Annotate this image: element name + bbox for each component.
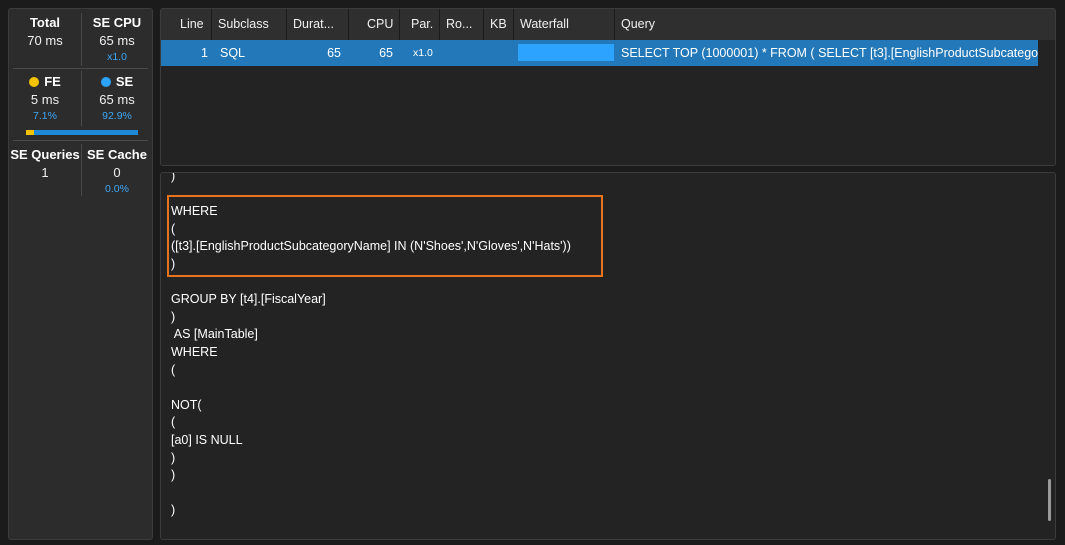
cell-duration: 65 bbox=[327, 46, 341, 60]
server-timings-grid: Line Subclass Durat... CPU Par. Ro... KB… bbox=[160, 8, 1056, 166]
query-line: ) bbox=[171, 172, 176, 183]
query-line: ) bbox=[171, 450, 176, 465]
fe-label: FE bbox=[44, 74, 61, 89]
total-stat: Total 70 ms bbox=[11, 15, 79, 49]
column-header-kb[interactable]: KB bbox=[484, 9, 514, 40]
cell-line: 1 bbox=[201, 46, 208, 60]
se-queries-stat: SE Queries 1 bbox=[9, 147, 81, 181]
query-line: ) bbox=[171, 468, 176, 483]
se-queries-label: SE Queries bbox=[10, 147, 80, 162]
query-line: WHERE bbox=[171, 345, 218, 359]
fe-se-ratio-bar bbox=[26, 130, 138, 135]
fe-stat: FE 5 ms 7.1% bbox=[11, 74, 79, 123]
cell-kb bbox=[484, 40, 512, 66]
cell-parallelism: x1.0 bbox=[413, 47, 433, 59]
se-cpu-value: 65 ms bbox=[99, 33, 135, 48]
se-label: SE bbox=[115, 74, 134, 89]
se-cpu-ratio: x1.0 bbox=[107, 51, 127, 63]
column-header-query[interactable]: Query bbox=[615, 9, 1038, 40]
divider bbox=[81, 13, 82, 66]
divider bbox=[81, 144, 82, 196]
divider bbox=[13, 140, 148, 141]
where-clause-highlight bbox=[167, 195, 603, 277]
waterfall-bar bbox=[518, 44, 614, 61]
fe-percent: 7.1% bbox=[33, 110, 57, 122]
grid-header: Line Subclass Durat... CPU Par. Ro... KB… bbox=[161, 9, 1055, 40]
se-percent: 92.9% bbox=[102, 110, 132, 122]
se-queries-value: 1 bbox=[41, 165, 49, 180]
cell-cpu: 65 bbox=[379, 46, 393, 60]
se-value: 65 ms bbox=[99, 92, 135, 107]
se-stat: SE 65 ms 92.9% bbox=[83, 74, 151, 123]
column-header-line[interactable]: Line bbox=[161, 9, 212, 40]
query-line: ) bbox=[171, 309, 176, 324]
server-timings-summary-panel: Total 70 ms SE CPU 65 ms x1.0 FE 5 ms 7.… bbox=[8, 8, 153, 540]
divider bbox=[81, 71, 82, 126]
fe-share-fill bbox=[26, 130, 34, 135]
se-cache-value: 0 bbox=[113, 165, 121, 180]
se-cpu-stat: SE CPU 65 ms x1.0 bbox=[83, 15, 151, 64]
divider bbox=[13, 68, 148, 69]
se-cache-label: SE Cache bbox=[87, 147, 147, 162]
fe-color-dot-icon bbox=[29, 77, 40, 87]
query-line: GROUP BY [t4].[FiscalYear] bbox=[171, 292, 326, 307]
se-cache-percent: 0.0% bbox=[105, 183, 129, 195]
fe-label-row: FE bbox=[11, 74, 79, 90]
query-line: AS [MainTable] bbox=[171, 327, 258, 342]
column-header-rows[interactable]: Ro... bbox=[440, 9, 484, 40]
column-header-subclass[interactable]: Subclass bbox=[212, 9, 287, 40]
column-header-waterfall[interactable]: Waterfall bbox=[514, 9, 615, 40]
se-label-row: SE bbox=[83, 74, 151, 90]
query-line: NOT( bbox=[171, 397, 202, 412]
cell-subclass: SQL bbox=[220, 46, 246, 60]
se-cpu-label: SE CPU bbox=[92, 15, 142, 30]
column-header-duration[interactable]: Durat... bbox=[287, 9, 349, 40]
query-line: ( bbox=[171, 362, 176, 377]
fe-value: 5 ms bbox=[30, 92, 60, 107]
query-line: [a0] IS NULL bbox=[171, 433, 243, 447]
query-line: ( bbox=[171, 415, 176, 430]
se-color-dot-icon bbox=[100, 77, 111, 87]
vertical-scrollbar-thumb[interactable] bbox=[1048, 479, 1051, 521]
column-header-cpu[interactable]: CPU bbox=[349, 9, 400, 40]
query-line: ) bbox=[171, 503, 176, 518]
cell-query: SELECT TOP (1000001) * FROM ( SELECT [t3… bbox=[621, 46, 1038, 60]
cell-rows bbox=[440, 40, 480, 66]
se-cache-stat: SE Cache 0 0.0% bbox=[83, 147, 151, 196]
total-value: 70 ms bbox=[27, 33, 63, 48]
column-header-parallelism[interactable]: Par. bbox=[400, 9, 440, 40]
table-row[interactable]: 1 SQL 65 65 x1.0 SELECT TOP (1000001) * … bbox=[161, 40, 1038, 66]
query-text-panel[interactable]: ) WHERE(([t3].[EnglishProductSubcategoryN… bbox=[160, 172, 1056, 540]
total-label: Total bbox=[29, 15, 61, 30]
